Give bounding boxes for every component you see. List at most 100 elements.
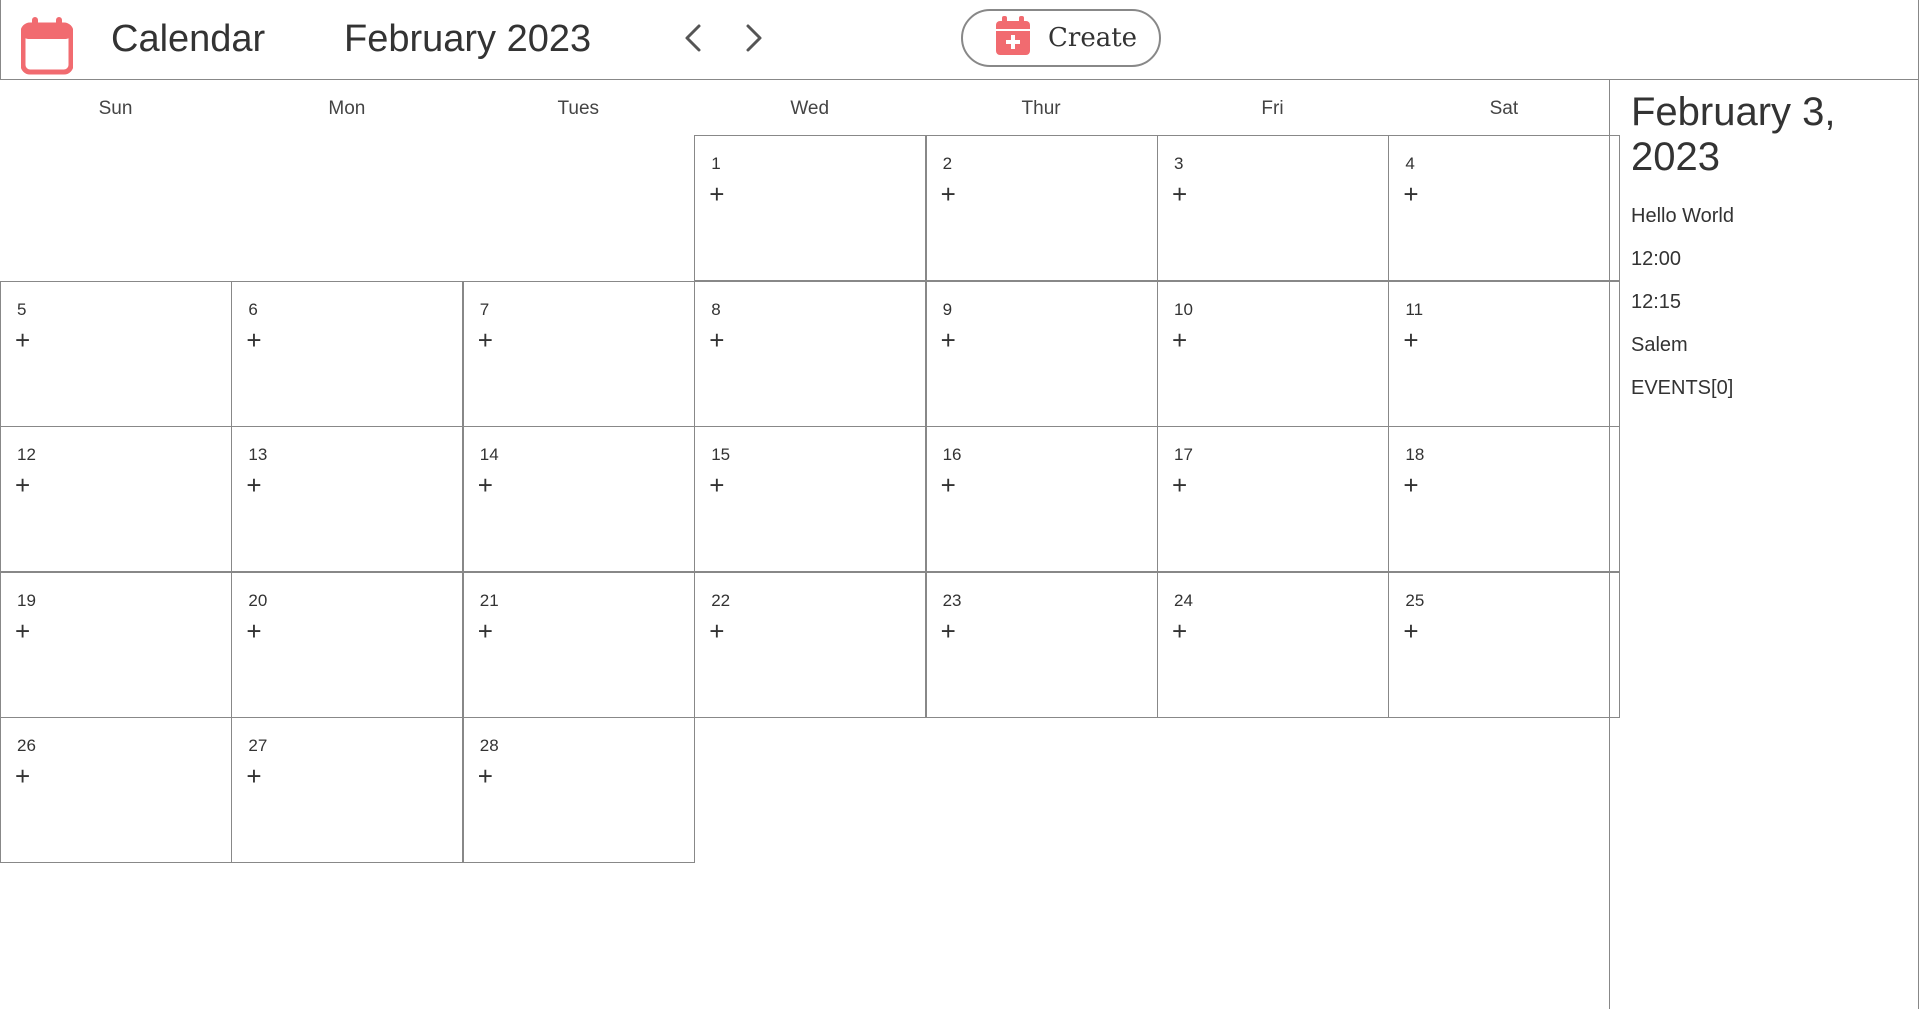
day-number: 13: [248, 445, 268, 465]
day-number: 10: [1174, 299, 1193, 319]
add-event-button[interactable]: +: [478, 618, 493, 644]
day-cell[interactable]: 18 +: [1388, 426, 1621, 573]
day-cell[interactable]: 28 +: [462, 717, 695, 864]
month-title: February 2023: [344, 18, 592, 60]
weekday-label: Tues: [557, 98, 600, 119]
weekday-label: Fri: [1261, 98, 1284, 119]
add-event-button[interactable]: +: [478, 472, 493, 498]
add-event-button[interactable]: +: [15, 327, 30, 353]
day-cell[interactable]: 9 +: [925, 280, 1158, 427]
create-button[interactable]: Create: [961, 9, 1161, 67]
day-number: 23: [942, 590, 962, 610]
add-event-button[interactable]: +: [478, 763, 493, 789]
day-cell[interactable]: 26 +: [0, 717, 232, 864]
day-number: 8: [711, 299, 721, 319]
day-cell[interactable]: 22 +: [694, 571, 927, 718]
add-event-button[interactable]: +: [1403, 618, 1418, 644]
day-cell[interactable]: 11 +: [1388, 280, 1621, 427]
day-number: 21: [479, 590, 499, 610]
weekday-label: Wed: [790, 98, 830, 119]
event-location: Salem: [1631, 334, 1688, 356]
weekday-label: Sat: [1489, 98, 1519, 119]
day-number: 2: [942, 154, 953, 173]
add-event-button[interactable]: +: [709, 181, 724, 207]
add-event-button[interactable]: +: [941, 181, 956, 207]
add-event-button[interactable]: +: [941, 618, 956, 644]
day-number: 5: [17, 299, 27, 319]
chevron-left-icon: [683, 23, 703, 58]
top-header: Calendar February 2023 Create: [0, 0, 1919, 80]
day-number: 9: [942, 299, 953, 319]
add-event-button[interactable]: +: [1172, 472, 1187, 498]
add-event-button[interactable]: +: [246, 618, 261, 644]
add-event-button[interactable]: +: [941, 472, 956, 498]
day-cell[interactable]: 24 +: [1157, 571, 1389, 718]
weekday-label: Sun: [98, 98, 133, 119]
day-number: 28: [479, 736, 499, 756]
day-cell[interactable]: 5 +: [0, 280, 232, 427]
day-number: 25: [1405, 590, 1425, 610]
day-cell[interactable]: 23 +: [925, 571, 1158, 718]
add-event-button[interactable]: +: [15, 618, 30, 644]
day-cell[interactable]: 19 +: [0, 571, 232, 718]
day-cell[interactable]: 14 +: [462, 426, 695, 573]
add-event-button[interactable]: +: [709, 472, 724, 498]
day-cell[interactable]: 3 +: [1157, 135, 1389, 281]
calendar-icon: [20, 17, 74, 80]
add-event-button[interactable]: +: [246, 327, 261, 353]
add-event-button[interactable]: +: [1172, 618, 1187, 644]
day-cell[interactable]: 15 +: [694, 426, 927, 573]
day-cell[interactable]: 2 +: [925, 135, 1158, 281]
day-number: 20: [248, 590, 268, 610]
day-number: 19: [17, 590, 36, 610]
add-event-button[interactable]: +: [941, 327, 956, 353]
day-number: 3: [1174, 154, 1184, 173]
calendar-plus-icon: [996, 15, 1030, 61]
day-cell[interactable]: 4 +: [1388, 135, 1621, 281]
day-cell[interactable]: 21 +: [462, 571, 695, 718]
add-event-button[interactable]: +: [1403, 181, 1418, 207]
selected-date-title: February 3, 2023: [1631, 90, 1836, 179]
day-number: 7: [479, 299, 490, 319]
add-event-button[interactable]: +: [709, 327, 724, 353]
day-cell[interactable]: 7 +: [462, 280, 695, 427]
add-event-button[interactable]: +: [1403, 327, 1418, 353]
day-number: 12: [17, 445, 36, 465]
day-cell[interactable]: 8 +: [694, 280, 927, 427]
day-cell[interactable]: 1 +: [694, 135, 927, 281]
event-end-time: 12:15: [1631, 291, 1682, 313]
day-number: 14: [479, 445, 499, 465]
day-cell[interactable]: 6 +: [231, 280, 464, 427]
day-number: 17: [1174, 445, 1193, 465]
day-number: 26: [17, 736, 36, 756]
prev-month-button[interactable]: [673, 22, 713, 58]
day-cell[interactable]: 17 +: [1157, 426, 1389, 573]
day-number: 11: [1405, 299, 1424, 319]
next-month-button[interactable]: [734, 22, 774, 58]
weekday-label: Thur: [1021, 98, 1061, 119]
day-number: 16: [942, 445, 962, 465]
add-event-button[interactable]: +: [1172, 181, 1187, 207]
add-event-button[interactable]: +: [246, 763, 261, 789]
day-number: 4: [1405, 154, 1415, 173]
add-event-button[interactable]: +: [15, 472, 30, 498]
add-event-button[interactable]: +: [709, 618, 724, 644]
day-cell[interactable]: 12 +: [0, 426, 232, 573]
day-cell[interactable]: 27 +: [231, 717, 464, 864]
day-number: 22: [711, 590, 731, 610]
day-cell[interactable]: 10 +: [1157, 280, 1389, 427]
app-title: Calendar: [111, 18, 266, 60]
day-cell[interactable]: 16 +: [925, 426, 1158, 573]
add-event-button[interactable]: +: [1172, 327, 1187, 353]
add-event-button[interactable]: +: [246, 472, 261, 498]
weekday-label: Mon: [328, 98, 366, 119]
day-cell[interactable]: 25 +: [1388, 571, 1621, 718]
day-number: 6: [248, 299, 258, 319]
day-cell[interactable]: 20 +: [231, 571, 464, 718]
event-title: Hello World: [1631, 205, 1734, 227]
day-cell[interactable]: 13 +: [231, 426, 464, 573]
day-number: 27: [248, 736, 268, 756]
add-event-button[interactable]: +: [15, 763, 30, 789]
add-event-button[interactable]: +: [478, 327, 493, 353]
add-event-button[interactable]: +: [1403, 472, 1418, 498]
